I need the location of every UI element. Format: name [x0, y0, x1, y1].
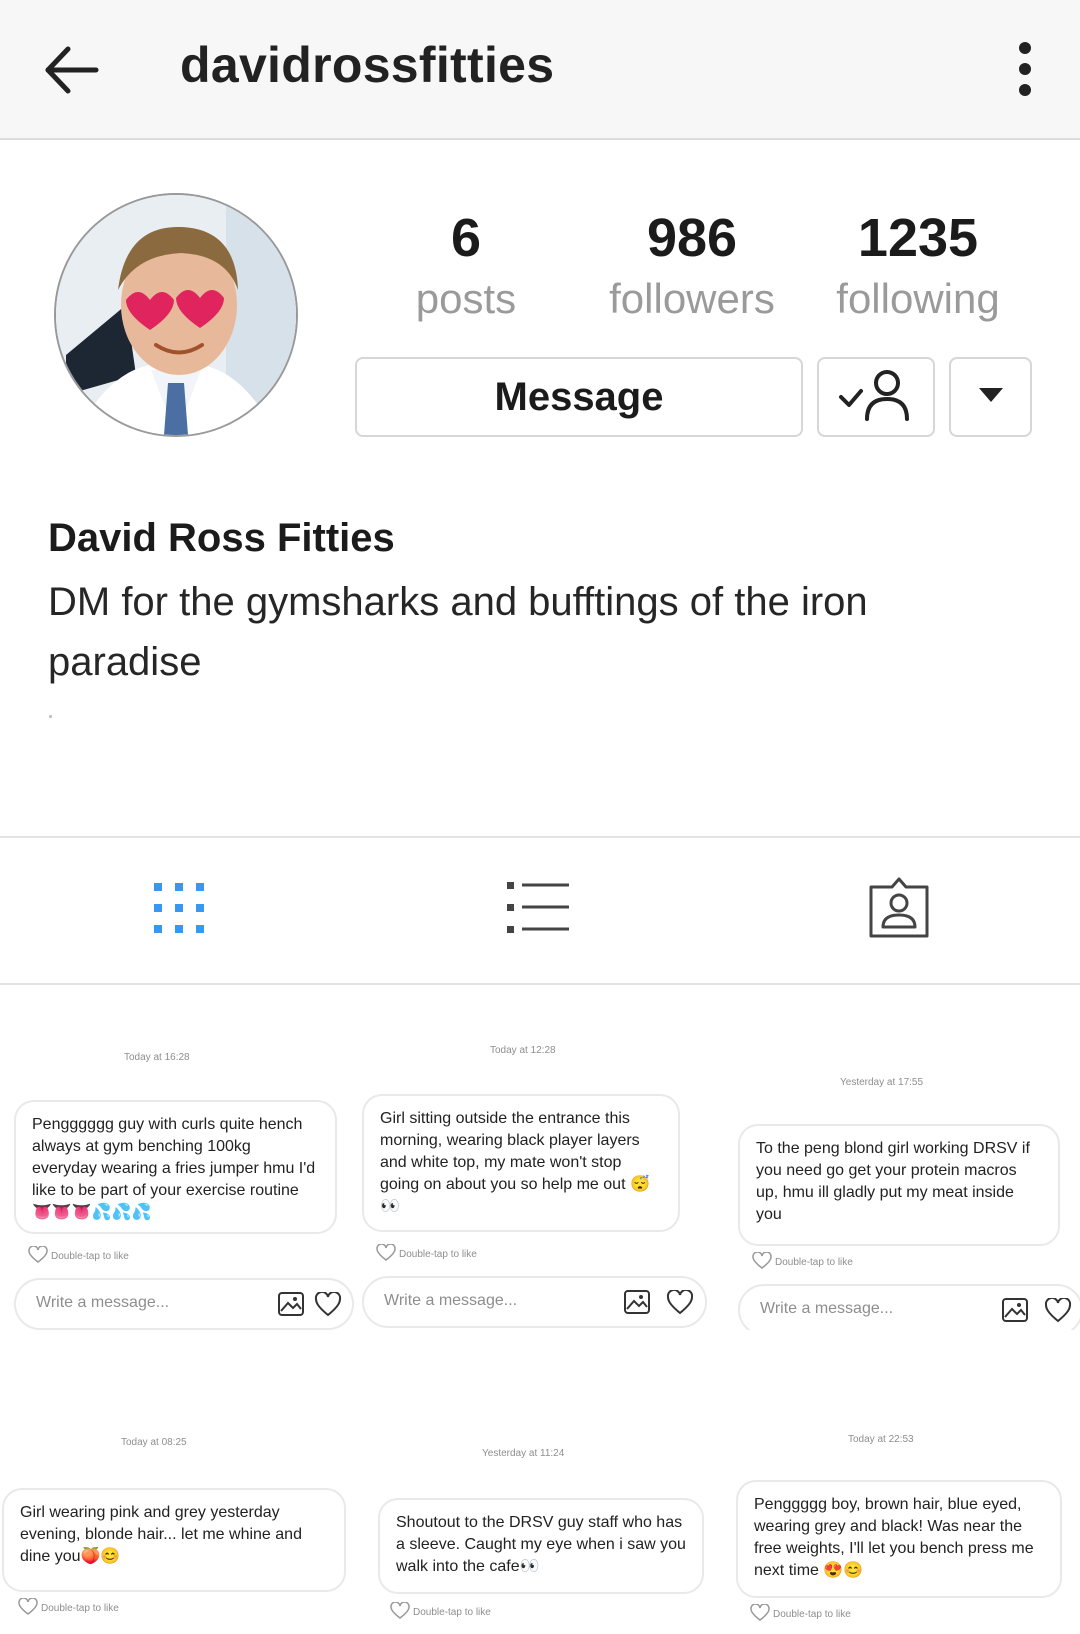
stat-followers[interactable]: 986 followers [592, 205, 792, 327]
image-icon [278, 1292, 304, 1321]
message-timestamp: Yesterday at 17:55 [840, 1077, 924, 1088]
profile-username: davidrossfitties [180, 37, 555, 93]
like-hint-label: Double-tap to like [41, 1603, 119, 1614]
list-icon [507, 880, 571, 941]
posts-label: posts [415, 275, 517, 322]
followers-label: followers [609, 275, 775, 322]
post-thumbnail-4[interactable]: Today at 08:25 Girl wearing pink and gre… [0, 1360, 360, 1634]
like-hint-label: Double-tap to like [773, 1609, 851, 1620]
message-placeholder: Write a message... [760, 1300, 894, 1317]
message-button[interactable]: Message [355, 357, 803, 437]
image-icon [1002, 1298, 1028, 1327]
avatar[interactable] [54, 193, 298, 437]
message-timestamp: Yesterday at 11:24 [482, 1448, 565, 1459]
heart-outline-icon [18, 1597, 38, 1619]
message-bubble: Girl wearing pink and grey yesterday eve… [2, 1488, 346, 1592]
heart-outline-icon [390, 1601, 410, 1623]
following-button[interactable] [817, 357, 935, 437]
like-hint-label: Double-tap to like [399, 1249, 477, 1260]
followers-count: 986 [646, 208, 738, 268]
message-timestamp: Today at 22:53 [848, 1434, 914, 1445]
posts-count: 6 [450, 208, 482, 268]
heart-outline-icon [376, 1243, 396, 1265]
like-hint-label: Double-tap to like [775, 1257, 853, 1268]
tab-list[interactable] [439, 838, 639, 983]
image-icon [624, 1290, 650, 1319]
person-check-icon [837, 367, 915, 428]
post-thumbnail-5[interactable]: Yesterday at 11:24 Shoutout to the DRSV … [360, 1360, 720, 1634]
message-bubble: To the peng blond girl working DRSV if y… [738, 1124, 1060, 1246]
message-bubble: Shoutout to the DRSV guy staff who has a… [378, 1498, 704, 1594]
like-hint: Double-tap to like [376, 1243, 477, 1265]
message-bubble: Girl sitting outside the entrance this m… [362, 1094, 680, 1232]
more-vertical-icon[interactable] [1010, 38, 1040, 100]
message-timestamp: Today at 12:28 [490, 1045, 556, 1056]
heart-outline-icon [752, 1251, 772, 1273]
following-label: following [836, 275, 1000, 322]
tagged-icon [868, 877, 930, 944]
heart-outline-icon [28, 1245, 48, 1267]
following-count: 1235 [857, 208, 979, 268]
caret-down-icon [978, 387, 1004, 408]
post-thumbnail-3[interactable]: Yesterday at 17:55 To the peng blond gir… [720, 1000, 1080, 1330]
like-hint: Double-tap to like [28, 1245, 129, 1267]
heart-outline-icon [750, 1603, 770, 1625]
like-hint-label: Double-tap to like [51, 1251, 129, 1262]
message-input-box: Write a message... [362, 1276, 707, 1328]
top-bar: davidrossfitties [0, 0, 1080, 140]
message-input-box: Write a message... [738, 1284, 1080, 1330]
message-input-box: Write a message... [14, 1278, 354, 1330]
profile-bio: DM for the gymsharks and bufftings of th… [48, 580, 868, 684]
post-thumbnail-6[interactable]: Today at 22:53 Penggggg boy, brown hair,… [720, 1360, 1080, 1634]
like-hint: Double-tap to like [390, 1601, 491, 1623]
profile-tab-bar [0, 836, 1080, 985]
post-thumbnail-2[interactable]: Today at 12:28 Girl sitting outside the … [360, 1000, 720, 1330]
like-hint: Double-tap to like [752, 1251, 853, 1273]
heart-icon [1044, 1296, 1072, 1329]
dropdown-button[interactable] [949, 357, 1032, 437]
message-timestamp: Today at 16:28 [124, 1052, 190, 1063]
like-hint: Double-tap to like [18, 1597, 119, 1619]
stat-posts[interactable]: 6 posts [366, 205, 566, 327]
arrow-left-icon[interactable] [40, 38, 104, 102]
heart-icon [314, 1290, 342, 1323]
grid-icon [152, 881, 206, 940]
message-timestamp: Today at 08:25 [121, 1437, 187, 1448]
bio-divider-dot [49, 715, 52, 718]
like-hint: Double-tap to like [750, 1603, 851, 1625]
tab-grid[interactable] [79, 838, 279, 983]
tab-tagged[interactable] [799, 838, 999, 983]
stat-following[interactable]: 1235 following [818, 205, 1018, 327]
message-placeholder: Write a message... [36, 1294, 170, 1311]
message-bubble: Pengggggg guy with curls quite hench alw… [14, 1100, 337, 1234]
heart-icon [666, 1288, 694, 1321]
message-placeholder: Write a message... [384, 1292, 518, 1309]
post-thumbnail-1[interactable]: Today at 16:28 Pengggggg guy with curls … [0, 1000, 360, 1330]
like-hint-label: Double-tap to like [413, 1607, 491, 1618]
message-bubble: Penggggg boy, brown hair, blue eyed, wea… [736, 1480, 1062, 1598]
display-name: David Ross Fitties [48, 516, 395, 560]
